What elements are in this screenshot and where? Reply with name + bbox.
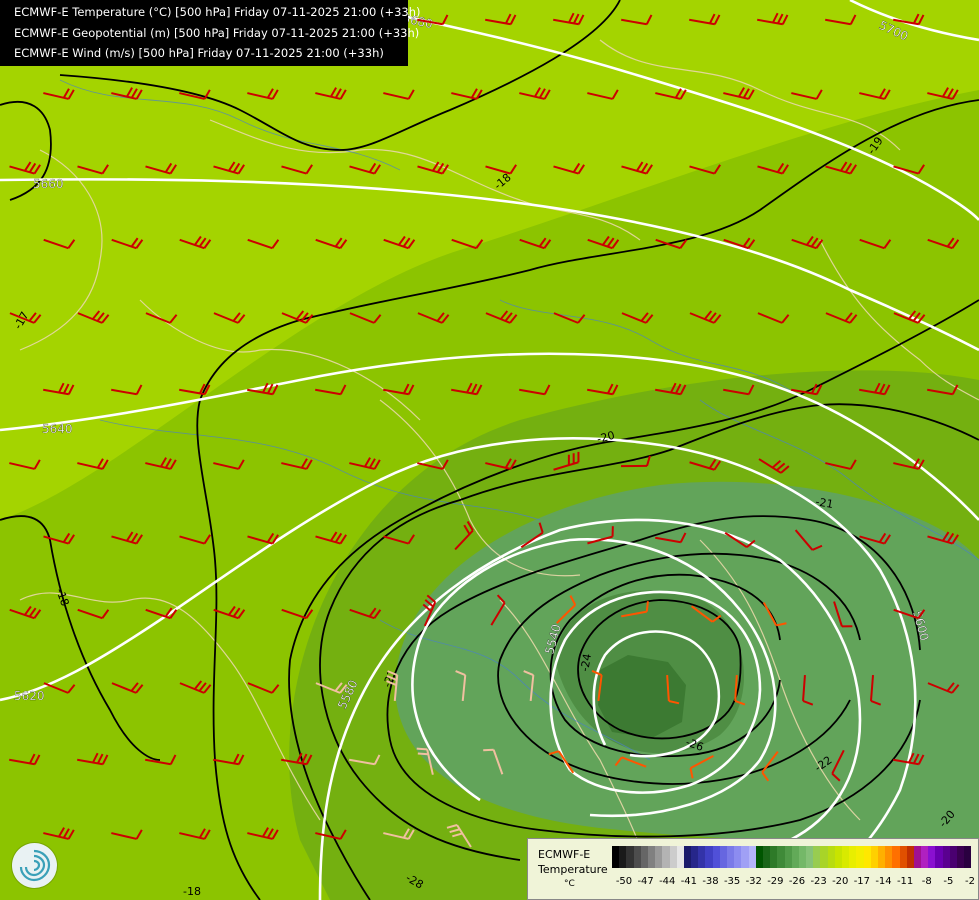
legend-tick-label: -2 bbox=[965, 876, 975, 887]
legend-swatch bbox=[820, 846, 828, 868]
legend-tick-label: -47 bbox=[637, 876, 654, 887]
legend-swatch bbox=[885, 846, 893, 868]
legend-swatch bbox=[683, 846, 692, 868]
legend-swatch bbox=[863, 846, 871, 868]
legend-swatch bbox=[913, 846, 922, 868]
legend-tick-label: -23 bbox=[810, 876, 827, 887]
legend-swatch bbox=[784, 846, 792, 868]
legend-swatch bbox=[612, 846, 620, 868]
legend-swatch bbox=[633, 846, 641, 868]
legend-swatch bbox=[647, 846, 656, 868]
legend-swatch bbox=[727, 846, 735, 868]
legend-swatch bbox=[791, 846, 799, 868]
legend-swatch bbox=[921, 846, 929, 868]
legend-swatch bbox=[813, 846, 821, 868]
header-line-temperature: ECMWF-E Temperature (°C) [500 hPa] Frida… bbox=[14, 5, 421, 19]
legend-tick-label: -32 bbox=[745, 876, 762, 887]
legend-swatch bbox=[964, 846, 972, 868]
legend-tick-label: -50 bbox=[615, 876, 633, 887]
legend-swatch bbox=[698, 846, 706, 868]
legend-tick-label: -38 bbox=[702, 876, 719, 887]
legend-swatch bbox=[762, 846, 771, 868]
legend-swatch bbox=[676, 846, 684, 868]
legend-swatch bbox=[849, 846, 857, 868]
legend-swatch bbox=[705, 846, 713, 868]
legend-swatch bbox=[655, 846, 663, 868]
map-header: ECMWF-E Temperature (°C) [500 hPa] Frida… bbox=[0, 0, 421, 66]
legend-swatch bbox=[734, 846, 742, 868]
legend-title-block: ECMWF-E Temperature bbox=[538, 847, 608, 877]
legend-tick-label: -17 bbox=[853, 876, 871, 887]
legend-tick-label: -26 bbox=[788, 876, 806, 887]
geopotential-label: 5660 bbox=[33, 177, 64, 191]
legend-title: ECMWF-E bbox=[538, 848, 591, 861]
legend-swatch bbox=[935, 846, 943, 868]
legend-swatch bbox=[755, 846, 763, 868]
legend-swatch bbox=[741, 846, 749, 868]
weather-map[interactable]: 5680 5700 5660 5640 5620 5600 5580 5540 … bbox=[0, 0, 979, 900]
legend-unit: °C bbox=[564, 879, 575, 889]
legend-swatch bbox=[662, 846, 670, 868]
legend-swatch bbox=[870, 846, 878, 868]
legend-swatch bbox=[798, 846, 807, 868]
legend-swatch bbox=[719, 846, 727, 868]
legend-swatch bbox=[669, 846, 677, 868]
legend-swatch bbox=[928, 846, 936, 868]
legend-swatch bbox=[957, 846, 965, 868]
legend-tick-label: -5 bbox=[943, 876, 954, 887]
legend-tick-label: -35 bbox=[723, 876, 741, 887]
ecmwf-logo bbox=[12, 843, 57, 888]
legend-tick-label: -41 bbox=[680, 876, 698, 887]
legend-swatch bbox=[942, 846, 950, 868]
legend-tick-label: -44 bbox=[659, 876, 676, 887]
legend-swatch bbox=[899, 846, 907, 868]
legend-swatch bbox=[827, 846, 835, 868]
legend-tick-label: -29 bbox=[767, 876, 784, 887]
legend-swatch bbox=[834, 846, 842, 868]
legend-subtitle: Temperature bbox=[538, 863, 608, 876]
legend-swatch bbox=[640, 846, 648, 868]
header-line-geopotential: ECMWF-E Geopotential (m) [500 hPa] Frida… bbox=[14, 25, 420, 40]
geopotential-label: 5640 bbox=[42, 422, 73, 436]
legend-swatch bbox=[877, 846, 886, 868]
legend-swatch bbox=[777, 846, 785, 868]
legend-swatch bbox=[770, 846, 778, 868]
legend-swatch bbox=[906, 846, 914, 868]
legend-swatch bbox=[748, 846, 756, 868]
legend-tick-label: -14 bbox=[875, 876, 892, 887]
legend-tick-label: -20 bbox=[832, 876, 849, 887]
temperature-label: -18 bbox=[183, 885, 201, 898]
legend-swatch bbox=[691, 846, 699, 868]
temperature-legend: ECMWF-E Temperature °C -50 -47 -44 -41 -38 -3… bbox=[527, 838, 979, 900]
legend-swatch bbox=[892, 846, 900, 868]
legend-swatch bbox=[626, 846, 634, 868]
legend-swatch bbox=[856, 846, 864, 868]
legend-swatch bbox=[949, 846, 957, 868]
header-line-wind: ECMWF-E Wind (m/s) [500 hPa] Friday 07-1… bbox=[14, 46, 384, 60]
legend-tick-label: -11 bbox=[896, 876, 914, 887]
legend-swatch bbox=[619, 846, 627, 868]
legend-swatch bbox=[842, 846, 850, 868]
geopotential-label: 5620 bbox=[14, 689, 45, 703]
legend-ticks: -50 -47 -44 -41 -38 -35 -32 -29 -26 -23 -20 -17 -14-… bbox=[612, 876, 975, 890]
legend-color-scale bbox=[612, 846, 972, 868]
legend-swatch bbox=[806, 846, 814, 868]
legend-swatch bbox=[712, 846, 720, 868]
legend-tick-label: -8 bbox=[921, 876, 932, 887]
